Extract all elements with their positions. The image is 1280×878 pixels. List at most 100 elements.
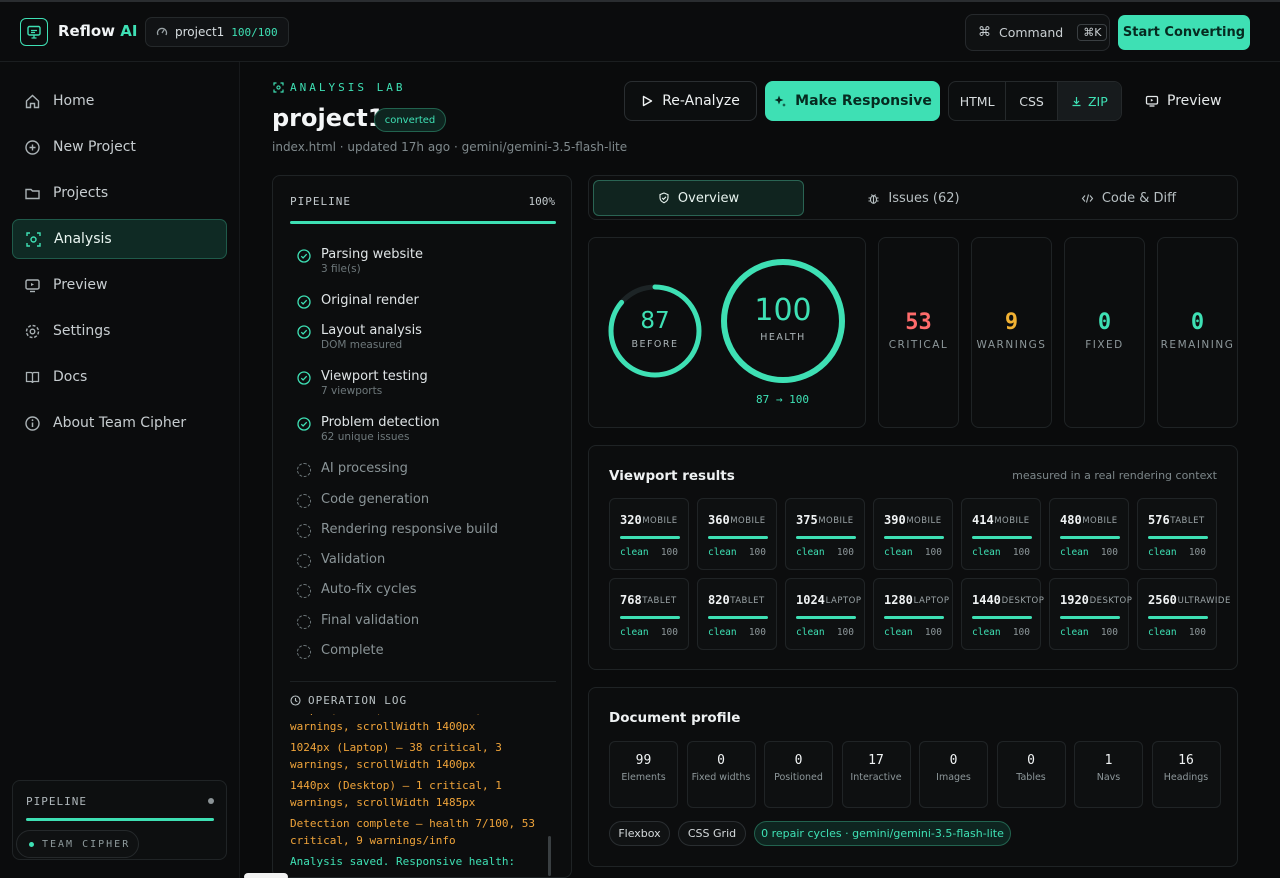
command-key-icon: ⌘ [978, 25, 991, 40]
profile-stat-label: Elements [621, 772, 666, 783]
sidebar-item-preview[interactable]: Preview [12, 265, 227, 305]
sidebar-item-new-project[interactable]: New Project [12, 127, 227, 167]
viewport-kind: DESKTOP [1089, 596, 1133, 606]
pending-circle-icon [297, 584, 311, 598]
log-line: Detection complete — health 7/100, 53 cr… [290, 817, 536, 847]
profile-stat-label: Images [936, 772, 971, 783]
viewport-score: 100 [1100, 627, 1118, 638]
re-analyze-button[interactable]: Re-Analyze [624, 81, 757, 121]
viewport-score: 100 [1188, 627, 1206, 638]
profile-stat: 0 Tables [996, 741, 1066, 808]
sidebar-item-settings[interactable]: Settings [12, 311, 227, 351]
pipeline-step-name: Layout analysis [321, 323, 422, 338]
command-palette-button[interactable]: ⌘ Command ⌘K [965, 14, 1110, 51]
logo-icon[interactable] [20, 18, 48, 46]
bug-icon [868, 193, 879, 204]
preview-label: Preview [1167, 93, 1222, 109]
viewport-tile[interactable]: 390 MOBILE clean 100 [873, 498, 953, 570]
export-css-button[interactable]: CSS [1006, 82, 1058, 120]
before-score: 87 BEFORE [615, 308, 695, 350]
viewport-score: 100 [1012, 547, 1030, 558]
viewport-tile[interactable]: 820 TABLET clean 100 [697, 578, 777, 650]
viewport-tile[interactable]: 480 MOBILE clean 100 [1049, 498, 1129, 570]
viewport-tile[interactable]: 1024 LAPTOP clean 100 [785, 578, 865, 650]
viewport-kind: MOBILE [730, 516, 766, 526]
viewport-tile[interactable]: 360 MOBILE clean 100 [697, 498, 777, 570]
sidebar-item-label: Settings [53, 323, 111, 339]
sidebar-item-home[interactable]: Home [12, 81, 227, 121]
folder-icon [25, 188, 40, 199]
tab-overview[interactable]: Overview [593, 180, 804, 216]
profile-stat-label: Positioned [774, 772, 823, 783]
gauge-icon [156, 27, 168, 36]
book-icon [25, 371, 40, 383]
code-icon [1081, 193, 1094, 203]
preview-button[interactable]: Preview [1145, 81, 1222, 121]
sidebar-item-analysis[interactable]: Analysis [12, 219, 227, 259]
pending-circle-icon [297, 645, 311, 659]
operation-log[interactable]: 768px (Tablet) — 42 critical, 3 warnings… [290, 714, 545, 878]
check-circle-icon [297, 249, 311, 263]
tab-issues[interactable]: Issues (62) [808, 180, 1019, 216]
viewport-status: clean [1060, 547, 1089, 558]
viewport-tile[interactable]: 576 TABLET clean 100 [1137, 498, 1217, 570]
profile-stat: 0 Fixed widths [686, 741, 756, 808]
sidebar-item-label: Analysis [54, 231, 112, 247]
pending-circle-icon [297, 494, 311, 508]
viewport-tile[interactable]: 1440 DESKTOP clean 100 [961, 578, 1044, 650]
brand-name[interactable]: Reflow AI [58, 22, 137, 40]
viewport-score: 100 [660, 627, 678, 638]
lab-label-text: ANALYSIS LAB [290, 81, 406, 94]
viewport-kind: LAPTOP [913, 596, 950, 606]
health-score-value: 100 [754, 293, 812, 328]
tab-code-diff[interactable]: Code & Diff [1023, 180, 1234, 216]
viewport-width: 1024 [796, 593, 825, 607]
pipeline-percent: 100% [528, 195, 556, 208]
sidebar-item-about[interactable]: About Team Cipher [12, 403, 227, 443]
status-dot [208, 798, 214, 804]
fixed-stat-card: 0 FIXED [1064, 237, 1145, 428]
viewport-score-bar [708, 616, 768, 619]
log-scrollbar[interactable] [548, 836, 551, 876]
team-badge[interactable]: TEAM CIPHER [16, 830, 139, 858]
re-analyze-label: Re-Analyze [662, 93, 740, 109]
scan-icon [273, 82, 284, 93]
start-converting-button[interactable]: Start Converting [1118, 15, 1250, 50]
viewport-kind: MOBILE [994, 516, 1030, 526]
clock-icon [290, 695, 301, 706]
pipeline-step-name: Parsing website [321, 247, 423, 262]
viewport-tile[interactable]: 2560 ULTRAWIDE clean 100 [1137, 578, 1230, 650]
critical-stat-card: 53 CRITICAL [878, 237, 959, 428]
viewport-score: 100 [924, 547, 942, 558]
top-bar: Reflow AI project1 100/100 ⌘ Command ⌘K … [0, 0, 1280, 62]
profile-stat-label: Fixed widths [691, 772, 751, 783]
analysis-lab-label: ANALYSIS LAB [273, 81, 405, 94]
make-responsive-button[interactable]: Make Responsive [765, 81, 940, 121]
viewport-status: clean [972, 547, 1001, 558]
export-html-button[interactable]: HTML [949, 82, 1007, 120]
viewport-kind: ULTRAWIDE [1177, 596, 1231, 606]
sidebar-item-label: Docs [53, 369, 88, 385]
sidebar-item-label: Projects [53, 185, 109, 201]
fixed-count: 0 [1097, 310, 1112, 335]
sidebar-item-docs[interactable]: Docs [12, 357, 227, 397]
viewport-status: clean [620, 627, 649, 638]
sidebar-item-projects[interactable]: Projects [12, 173, 227, 213]
download-icon [1072, 96, 1081, 106]
pipeline-step-name: AI processing [321, 461, 408, 476]
home-icon [25, 94, 40, 108]
viewport-tile[interactable]: 414 MOBILE clean 100 [961, 498, 1041, 570]
viewport-tile[interactable]: 1280 LAPTOP clean 100 [873, 578, 953, 650]
team-label: TEAM CIPHER [42, 838, 131, 850]
pipeline-step-name: Viewport testing [321, 369, 428, 384]
viewport-tile[interactable]: 1920 DESKTOP clean 100 [1049, 578, 1132, 650]
operation-log-title: OPERATION LOG [290, 694, 407, 707]
project-chip[interactable]: project1 100/100 [145, 17, 289, 47]
pending-circle-icon [297, 524, 311, 538]
viewport-tile[interactable]: 375 MOBILE clean 100 [785, 498, 865, 570]
viewport-tile[interactable]: 320 MOBILE clean 100 [609, 498, 689, 570]
viewport-tile[interactable]: 768 TABLET clean 100 [609, 578, 689, 650]
check-circle-icon [297, 295, 311, 309]
pipeline-step: Layout analysis DOM measured [297, 323, 422, 351]
export-zip-button[interactable]: ZIP [1057, 82, 1121, 120]
